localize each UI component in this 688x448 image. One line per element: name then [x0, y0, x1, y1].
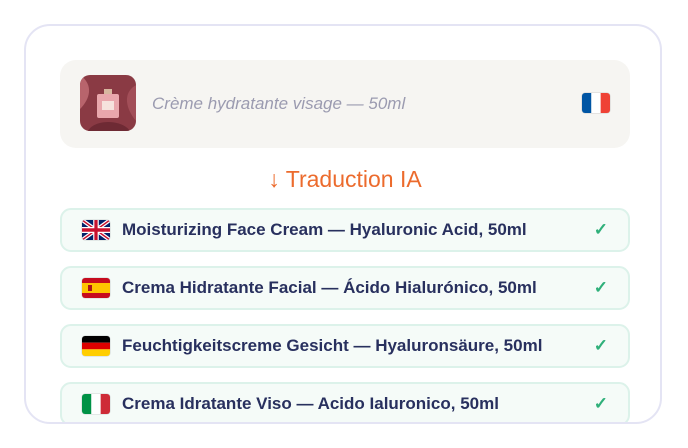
- translation-text: Moisturizing Face Cream — Hyaluronic Aci…: [122, 220, 527, 239]
- translation-card: Crème hydratante visage — 50ml ↓ Traduct…: [24, 24, 662, 424]
- germany-flag-icon: [82, 336, 110, 356]
- translation-row-it: Crema Idratante Viso — Acido Ialuronico,…: [60, 382, 630, 422]
- france-flag-icon: [582, 93, 610, 113]
- translation-text: Feuchtigkeitscreme Gesicht — Hyaluronsäu…: [122, 336, 543, 355]
- uk-flag-icon: [82, 220, 110, 240]
- italy-flag-icon: [82, 394, 110, 414]
- check-icon: ✓: [593, 278, 608, 297]
- translation-text: Crema Idratante Viso — Acido Ialuronico,…: [122, 394, 499, 413]
- translation-label: ↓ Traduction IA: [268, 166, 422, 192]
- check-icon: ✓: [593, 394, 608, 413]
- translation-row-de: Feuchtigkeitscreme Gesicht — Hyaluronsäu…: [60, 324, 630, 368]
- check-icon: ✓: [593, 220, 608, 239]
- check-icon: ✓: [593, 336, 608, 355]
- source-product-name: Crème hydratante visage — 50ml: [152, 94, 406, 113]
- source-product: Crème hydratante visage — 50ml: [60, 60, 630, 148]
- spain-flag-icon: [82, 278, 110, 298]
- translation-row-es: Crema Hidratante Facial — Ácido Hialurón…: [60, 266, 630, 310]
- translation-text: Crema Hidratante Facial — Ácido Hialurón…: [122, 278, 537, 297]
- product-thumbnail: [80, 75, 136, 131]
- translation-row-en: Moisturizing Face Cream — Hyaluronic Aci…: [60, 208, 630, 252]
